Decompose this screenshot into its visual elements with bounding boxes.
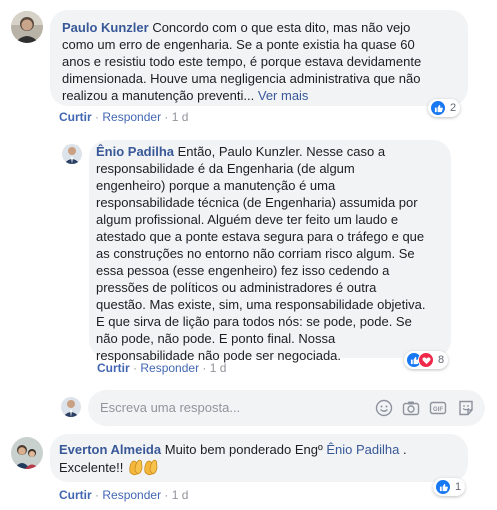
reply-link[interactable]: Responder: [102, 488, 161, 502]
comment-author[interactable]: Everton Almeida: [59, 442, 161, 457]
comment-timestamp[interactable]: 1 d: [210, 361, 227, 375]
comment-timestamp[interactable]: 1 d: [172, 488, 189, 502]
comment-bubble-everton: Everton Almeida Muito bem ponderado Engº…: [50, 434, 468, 482]
comment-text: .: [402, 442, 407, 457]
reply-input[interactable]: Escreva uma resposta... GIF: [88, 390, 485, 426]
comment-bubble-paulo: Paulo Kunzler Concordo com o que esta di…: [50, 10, 468, 106]
comment-actions: Curtir · Responder · 1 d: [97, 361, 227, 375]
sticker-icon[interactable]: [457, 399, 475, 420]
comment-text-line: algum profissional. Alguém deve ter feit…: [96, 212, 399, 227]
comment-text-line: dimensionada. Houve uma negligencia admi…: [62, 71, 421, 86]
comment-text-line: Excelente!!: [59, 460, 124, 475]
comment-text-line: anos e resistiu todo este tempo, é porqu…: [62, 54, 422, 69]
clapping-hands-emoji: [127, 458, 159, 480]
like-link[interactable]: Curtir: [59, 110, 92, 124]
comment-text: Muito bem ponderado Engº: [164, 442, 323, 457]
comment-actions: Curtir · Responder · 1 d: [59, 110, 189, 124]
comment-author[interactable]: Ênio Padilha: [96, 144, 174, 159]
comment-text-line: atestado que a ponte estava segura para …: [96, 229, 425, 244]
avatar-current-user: [61, 397, 81, 417]
emoji-icon[interactable]: [375, 399, 393, 420]
like-link[interactable]: Curtir: [59, 488, 92, 502]
comment-text: Então, Paulo Kunzler. Nesse caso a: [177, 144, 386, 159]
comment-bubble-enio: Ênio Padilha Então, Paulo Kunzler. Nesse…: [89, 140, 451, 363]
mention-link[interactable]: Ênio Padilha: [326, 442, 399, 457]
camera-icon[interactable]: [402, 399, 420, 420]
comment-author[interactable]: Paulo Kunzler: [62, 20, 149, 35]
comment-text-line: pressões de políticos ou administradores…: [96, 280, 377, 295]
gif-icon[interactable]: GIF: [429, 399, 447, 420]
reply-link[interactable]: Responder: [102, 110, 161, 124]
like-reaction-icon: [430, 100, 446, 116]
reaction-summary[interactable]: 8: [404, 351, 449, 369]
comment-timestamp[interactable]: 1 d: [172, 110, 189, 124]
reaction-summary[interactable]: 1: [433, 478, 466, 496]
like-link[interactable]: Curtir: [97, 361, 130, 375]
comment-text-line: engenheiro) porque a manutenção é uma: [96, 178, 336, 193]
comment-text: Concordo com o que esta dito, mas não ve…: [152, 20, 411, 35]
avatar-paulo-kunzler[interactable]: [11, 11, 43, 43]
like-reaction-icon: [435, 479, 451, 495]
comment-text-line: essa pessoa (esse engenheiro) fez isso c…: [96, 263, 390, 278]
comment-text-line: responsabilidade é da Engenharia (de alg…: [96, 161, 355, 176]
reaction-count: 8: [438, 354, 445, 366]
comment-text-line: questão. Mas existe, sim, uma responsabi…: [96, 297, 426, 312]
avatar-enio-padilha[interactable]: [62, 144, 82, 164]
comment-text-line: realizou a manutenção preventi...: [62, 88, 255, 103]
avatar-everton-almeida[interactable]: [11, 437, 43, 469]
love-reaction-icon: [418, 352, 434, 368]
reply-placeholder: Escreva uma resposta...: [100, 400, 241, 415]
comment-actions: Curtir · Responder · 1 d: [59, 488, 189, 502]
reply-link[interactable]: Responder: [140, 361, 199, 375]
reaction-summary[interactable]: 2: [428, 99, 461, 117]
reaction-count: 2: [450, 102, 457, 114]
see-more-link[interactable]: Ver mais: [258, 88, 309, 103]
comment-text-line: como um erro de engenharia. Se a ponte e…: [62, 37, 415, 52]
comment-text-line: E que sirva de lição para todos nós: se …: [96, 314, 412, 329]
comment-text-line: as construções no entorno não corriam ri…: [96, 246, 415, 261]
comment-text-line: responsabilidade técnica (de Engenharia)…: [96, 195, 418, 210]
svg-text:GIF: GIF: [433, 407, 443, 413]
reaction-count: 1: [455, 481, 462, 493]
comment-text-line: não pode, não pode. E ponto final. Nossa: [96, 331, 336, 346]
